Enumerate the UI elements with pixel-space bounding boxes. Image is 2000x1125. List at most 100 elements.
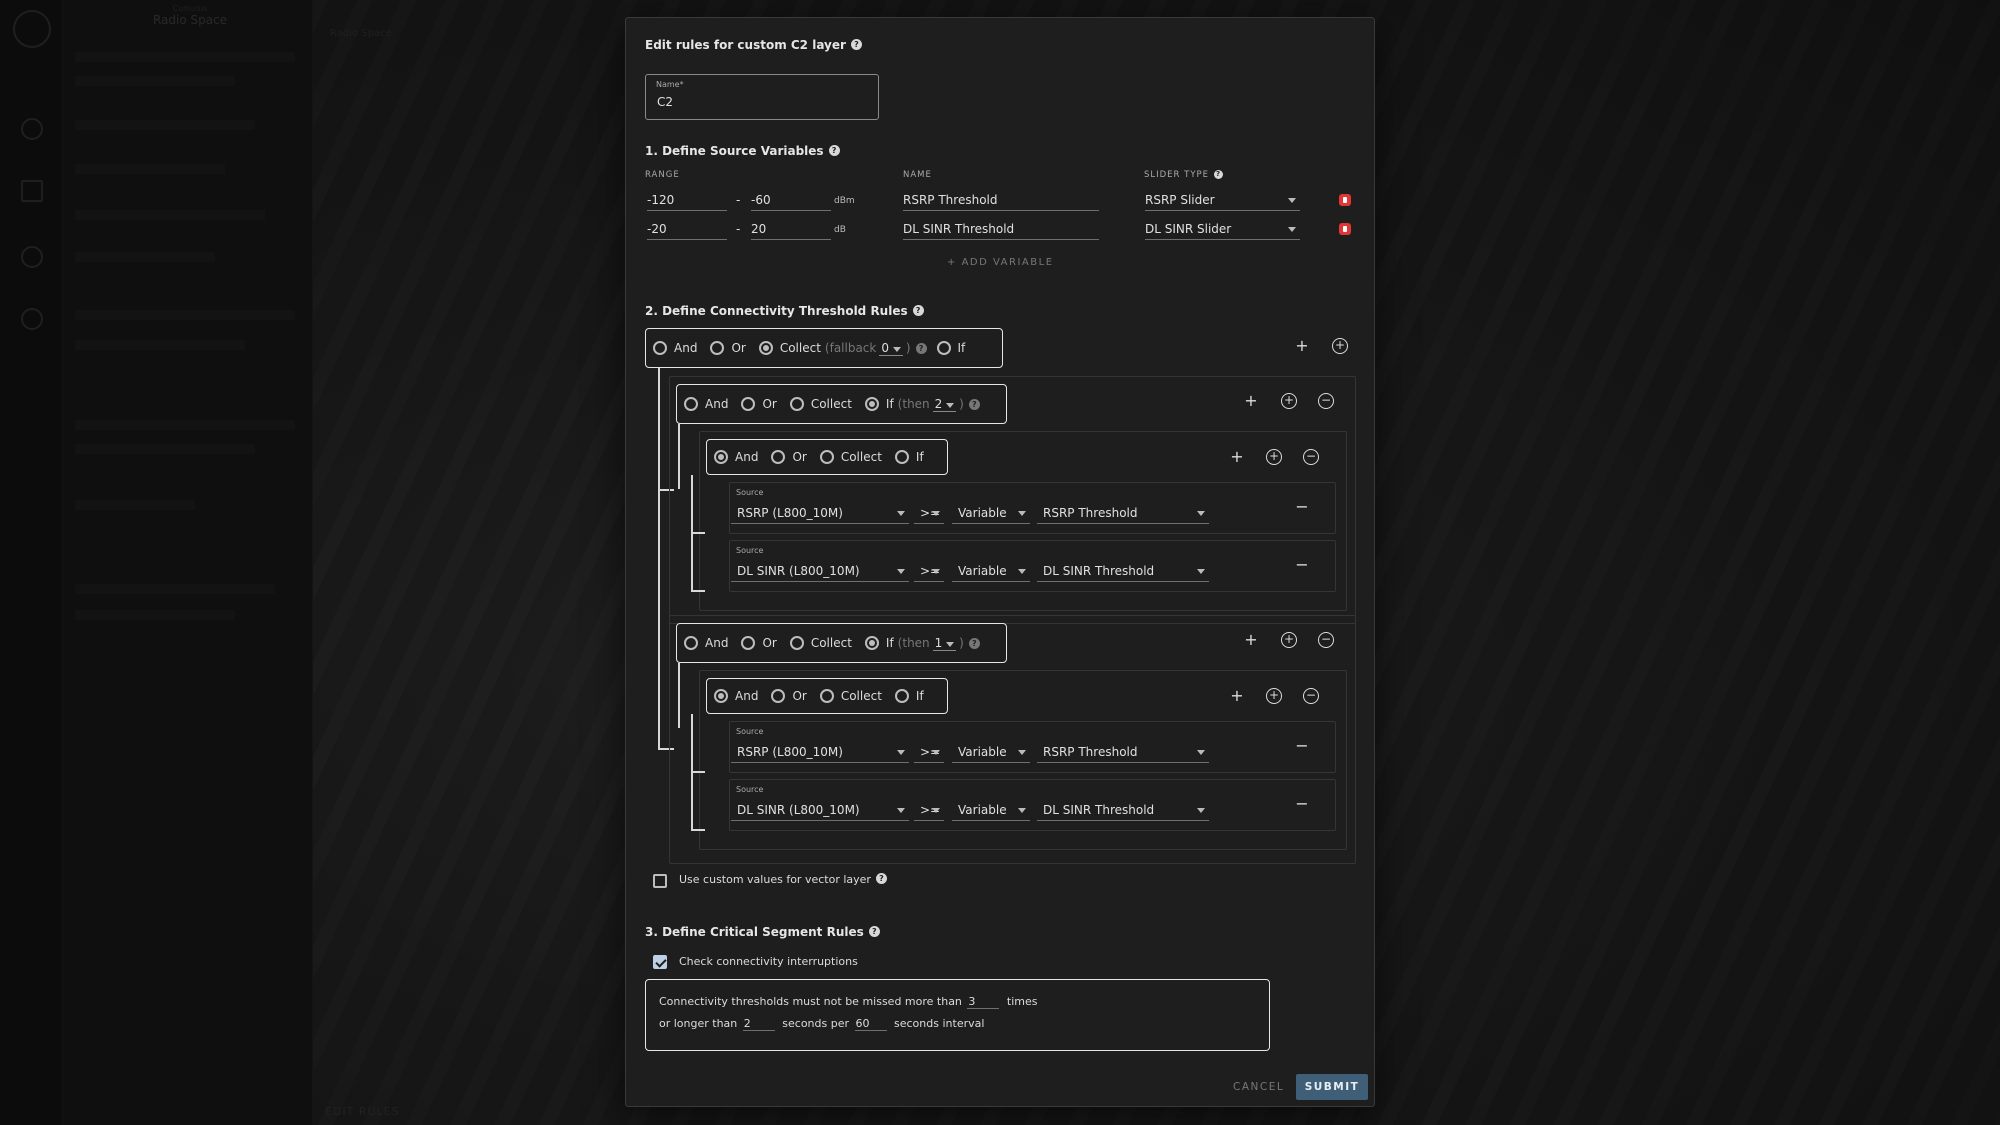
help-icon[interactable]: ? (875, 873, 887, 884)
help-icon[interactable]: ? (828, 145, 840, 156)
radio-button[interactable] (741, 397, 756, 411)
delete-variable-button[interactable] (1339, 194, 1351, 206)
operator-select[interactable]: >= (914, 503, 944, 524)
range-min-input[interactable]: -20 (647, 220, 727, 240)
radio-if[interactable]: If (894, 689, 924, 703)
add-variable-button[interactable]: + ADD VARIABLE (947, 257, 1054, 268)
custom-vector-checkbox[interactable] (653, 874, 667, 888)
radio-or[interactable]: Or (771, 689, 807, 703)
radio-and[interactable]: And (653, 341, 697, 355)
interruptions-checkbox[interactable] (653, 955, 667, 969)
radio-collect[interactable]: Collect (789, 636, 852, 650)
radio-button[interactable] (936, 341, 951, 355)
remove-condition-button[interactable]: − (1294, 796, 1310, 812)
radio-button[interactable] (819, 689, 834, 703)
radio-button[interactable] (714, 689, 728, 703)
variable-name-input[interactable]: RSRP Threshold (903, 191, 1099, 211)
add-condition-button[interactable]: + (1243, 393, 1259, 409)
radio-or[interactable]: Or (741, 636, 777, 650)
add-condition-button[interactable]: + (1243, 632, 1259, 648)
radio-and[interactable]: And (684, 397, 728, 411)
fallback-select[interactable]: 0 (879, 341, 903, 356)
name-field[interactable]: Name* C2 (645, 74, 879, 120)
radio-collect[interactable]: Collect (819, 689, 882, 703)
add-condition-button[interactable]: + (1229, 449, 1245, 465)
add-group-button[interactable]: + (1332, 338, 1348, 354)
remove-group-button[interactable]: − (1318, 632, 1334, 648)
radio-button[interactable] (894, 450, 909, 464)
then-select[interactable]: 1 (932, 636, 957, 651)
radio-button[interactable] (741, 636, 756, 650)
help-icon[interactable]: ? (968, 398, 980, 410)
radio-and[interactable]: And (714, 689, 758, 703)
add-group-button[interactable]: + (1281, 393, 1297, 409)
help-icon[interactable]: ? (1214, 170, 1224, 179)
add-condition-button[interactable]: + (1229, 688, 1245, 704)
variable-select[interactable]: DL SINR Threshold (1037, 800, 1209, 821)
times-input[interactable]: 3 (967, 995, 1000, 1009)
remove-group-button[interactable]: − (1303, 688, 1319, 704)
radio-if[interactable]: If (894, 450, 924, 464)
remove-condition-button[interactable]: − (1294, 557, 1310, 573)
radio-button[interactable] (771, 689, 786, 703)
variable-select[interactable]: RSRP Threshold (1037, 742, 1209, 763)
slider-type-select[interactable]: DL SINR Slider (1145, 220, 1300, 240)
radio-button[interactable] (684, 636, 698, 650)
add-group-button[interactable]: + (1266, 688, 1282, 704)
help-icon[interactable]: ? (912, 305, 924, 316)
radio-button[interactable] (864, 397, 879, 411)
remove-condition-button[interactable]: − (1294, 499, 1310, 515)
radio-if[interactable]: If (936, 341, 965, 355)
seconds-input[interactable]: 2 (742, 1017, 775, 1031)
value-kind-select[interactable]: Variable (952, 800, 1030, 821)
radio-button[interactable] (771, 450, 786, 464)
add-group-button[interactable]: + (1266, 449, 1282, 465)
radio-and[interactable]: And (684, 636, 728, 650)
radio-or[interactable]: Or (741, 397, 777, 411)
name-field-value[interactable]: C2 (657, 95, 673, 109)
radio-button[interactable] (789, 636, 804, 650)
submit-button[interactable]: SUBMIT (1296, 1074, 1368, 1100)
radio-or[interactable]: Or (771, 450, 807, 464)
radio-button[interactable] (684, 397, 698, 411)
cancel-button[interactable]: CANCEL (1233, 1081, 1284, 1093)
source-select[interactable]: RSRP (L800_10M) (731, 503, 909, 524)
slider-type-select[interactable]: RSRP Slider (1145, 191, 1300, 211)
range-max-input[interactable]: 20 (751, 220, 831, 240)
help-icon[interactable]: ? (868, 926, 880, 937)
source-select[interactable]: RSRP (L800_10M) (731, 742, 909, 763)
radio-button[interactable] (714, 450, 728, 464)
range-max-input[interactable]: -60 (751, 191, 831, 211)
radio-collect[interactable]: Collect (819, 450, 882, 464)
radio-and[interactable]: And (714, 450, 758, 464)
radio-button[interactable] (758, 341, 773, 355)
help-icon[interactable]: ? (915, 342, 927, 354)
remove-condition-button[interactable]: − (1294, 738, 1310, 754)
help-icon[interactable]: ? (968, 637, 980, 649)
source-select[interactable]: DL SINR (L800_10M) (731, 800, 909, 821)
operator-select[interactable]: >= (914, 742, 944, 763)
remove-group-button[interactable]: − (1303, 449, 1319, 465)
delete-variable-button[interactable] (1339, 223, 1351, 235)
add-group-button[interactable]: + (1281, 632, 1297, 648)
radio-collect[interactable]: Collect (789, 397, 852, 411)
radio-button[interactable] (653, 341, 667, 355)
variable-name-input[interactable]: DL SINR Threshold (903, 220, 1099, 240)
value-kind-select[interactable]: Variable (952, 561, 1030, 582)
radio-button[interactable] (864, 636, 879, 650)
range-min-input[interactable]: -120 (647, 191, 727, 211)
radio-if[interactable]: If (then 2 )? (864, 397, 980, 412)
value-kind-select[interactable]: Variable (952, 742, 1030, 763)
radio-or[interactable]: Or (710, 341, 746, 355)
radio-button[interactable] (710, 341, 725, 355)
radio-collect[interactable]: Collect (fallback 0 )? (758, 341, 927, 356)
radio-if[interactable]: If (then 1 )? (864, 636, 980, 651)
then-select[interactable]: 2 (932, 397, 957, 412)
variable-select[interactable]: DL SINR Threshold (1037, 561, 1209, 582)
radio-button[interactable] (894, 689, 909, 703)
value-kind-select[interactable]: Variable (952, 503, 1030, 524)
variable-select[interactable]: RSRP Threshold (1037, 503, 1209, 524)
radio-button[interactable] (789, 397, 804, 411)
source-select[interactable]: DL SINR (L800_10M) (731, 561, 909, 582)
operator-select[interactable]: >= (914, 800, 944, 821)
